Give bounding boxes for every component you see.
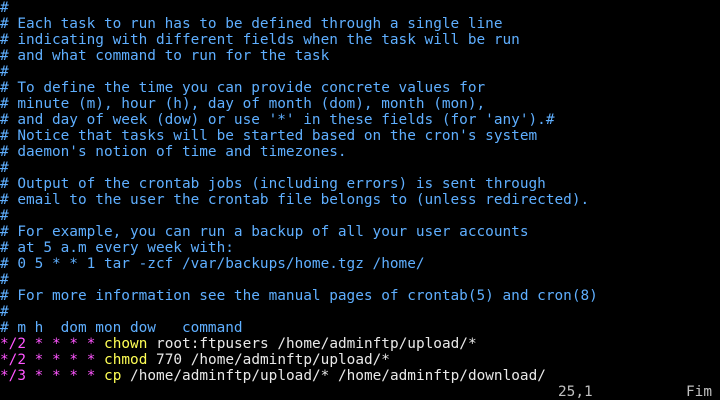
cron-minute-field: */3 <box>0 368 26 384</box>
cron-command-args: /home/adminftp/upload/* /home/adminftp/d… <box>130 368 546 384</box>
comment-line: # Output of the crontab jobs (including … <box>0 176 546 192</box>
cron-command-name: chown <box>104 336 148 352</box>
comment-line: # minute (m), hour (h), day of month (do… <box>0 96 486 112</box>
cron-month-field: * <box>69 336 79 352</box>
cron-minute-field: */2 <box>0 336 26 352</box>
comment-line: # <box>0 304 9 320</box>
cron-command-args: 770 /home/adminftp/upload/* <box>156 352 390 368</box>
comment-line: # indicating with different fields when … <box>0 32 520 48</box>
comment-line: # email to the user the crontab file bel… <box>0 192 590 208</box>
comment-line: # m h dom mon dow command <box>0 320 243 336</box>
cron-dom-field: * <box>52 368 61 384</box>
comment-line: # and day of week (dow) or use '*' in th… <box>0 112 555 128</box>
crontab-editor-buffer[interactable]: # # Each task to run has to be defined th… <box>0 0 720 384</box>
comment-line: # <box>0 0 9 16</box>
cron-command-name: cp <box>104 368 122 384</box>
cron-entry-line[interactable]: */3 * * * * cp /home/adminftp/upload/* /… <box>0 368 720 384</box>
cron-month-field: * <box>69 352 79 368</box>
comment-line: # <box>0 160 9 176</box>
cron-entry-line[interactable]: */2 * * * * chmod 770 /home/adminftp/upl… <box>0 352 720 368</box>
cron-command-name: chmod <box>104 352 148 368</box>
comment-line: # To define the time you can provide con… <box>0 80 486 96</box>
cron-entry-line[interactable]: */2 * * * * chown root:ftpusers /home/ad… <box>0 336 720 352</box>
comment-line: # 0 5 * * 1 tar -zcf /var/backups/home.t… <box>0 256 425 272</box>
comment-line: # Each task to run has to be defined thr… <box>0 16 503 32</box>
cron-minute-field: */2 <box>0 352 26 368</box>
comment-line: # and what command to run for the task <box>0 48 330 64</box>
comment-line: # For example, you can run a backup of a… <box>0 224 529 240</box>
comment-line: # at 5 a.m every week with: <box>0 240 234 256</box>
comment-line: # daemon's notion of time and timezones. <box>0 144 347 160</box>
editor-status-bar: 25,1 Fim <box>0 384 720 400</box>
cron-dom-field: * <box>52 352 61 368</box>
cron-dom-field: * <box>52 336 61 352</box>
comment-line: # Notice that tasks will be started base… <box>0 128 538 144</box>
cron-command-args: root:ftpusers /home/adminftp/upload/* <box>156 336 477 352</box>
terminal-window[interactable]: # # Each task to run has to be defined th… <box>0 0 720 400</box>
cursor-position: 25,1 <box>558 384 593 400</box>
comment-line: # <box>0 64 9 80</box>
cron-month-field: * <box>69 368 79 384</box>
scroll-position: Fim <box>686 384 712 400</box>
comment-line: # <box>0 208 9 224</box>
comment-line: # For more information see the manual pa… <box>0 288 598 304</box>
comment-line: # <box>0 272 9 288</box>
